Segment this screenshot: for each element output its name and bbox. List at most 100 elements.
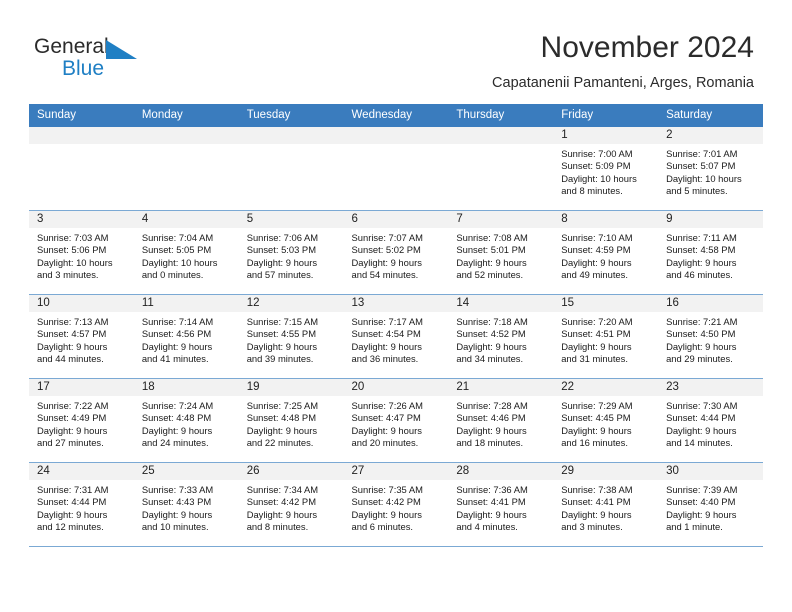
- calendar-cell-day[interactable]: 7 Sunrise: 7:08 AM Sunset: 5:01 PM Daylight…: [448, 210, 554, 295]
- page-title: November 2024: [540, 31, 754, 64]
- daylight-duration-line1: Daylight: 9 hours: [246, 340, 318, 352]
- calendar-cell-day[interactable]: 9 Sunrise: 7:11 AM Sunset: 4:58 PM Daylight…: [658, 210, 763, 295]
- daylight-duration-line1: Daylight: 9 hours: [456, 508, 527, 520]
- daylight-duration-line2: and 44 minutes.: [37, 353, 104, 365]
- calendar-cell-day[interactable]: 11 Sunrise: 7:14 AM Sunset: 4:56 PM Dayligh…: [133, 294, 239, 379]
- calendar-cell-day[interactable]: 1 Sunrise: 7:00 AM Sunset: 5:09 PM Daylight…: [553, 127, 659, 211]
- sun-info: Sunrise: 7:14 AM Sunset: 4:56 PM Daylight:…: [134, 312, 239, 366]
- sunset-time: Sunset: 4:40 PM: [666, 496, 736, 508]
- day-number: [238, 127, 344, 144]
- day-cell: 28 Sunrise: 7:36 AM Sunset: 4:41 PM Dayligh…: [448, 463, 554, 546]
- sun-info: Sunrise: 7:33 AM Sunset: 4:43 PM Daylight:…: [134, 480, 239, 534]
- sunset-time: Sunset: 5:07 PM: [666, 160, 736, 172]
- day-cell: [343, 127, 449, 210]
- daylight-duration-line2: and 8 minutes.: [246, 521, 309, 533]
- sunset-time: Sunset: 4:42 PM: [246, 496, 316, 508]
- daylight-duration-line2: and 54 minutes.: [351, 269, 419, 281]
- daylight-duration-line1: Daylight: 9 hours: [666, 256, 737, 268]
- daylight-duration-line2: and 31 minutes.: [561, 353, 628, 365]
- daylight-duration-line2: and 3 minutes.: [37, 269, 99, 281]
- sunrise-time: Sunrise: 7:08 AM: [456, 232, 528, 243]
- calendar-cell-day[interactable]: 13 Sunrise: 7:17 AM Sunset: 4:54 PM Dayligh…: [343, 294, 449, 379]
- calendar-cell-day[interactable]: 12 Sunrise: 7:15 AM Sunset: 4:55 PM Dayligh…: [238, 294, 344, 379]
- calendar-cell-day[interactable]: 18 Sunrise: 7:24 AM Sunset: 4:48 PM Dayligh…: [133, 378, 239, 463]
- calendar-cell-day[interactable]: 6 Sunrise: 7:07 AM Sunset: 5:02 PM Daylight…: [343, 210, 449, 295]
- daylight-duration-line2: and 39 minutes.: [246, 353, 314, 365]
- sunrise-time: Sunrise: 7:13 AM: [37, 316, 109, 327]
- daylight-duration-line1: Daylight: 9 hours: [666, 508, 737, 520]
- weekday-header-sunday: Sunday: [29, 104, 134, 127]
- day-number: 1: [553, 127, 659, 144]
- day-cell: 2 Sunrise: 7:01 AM Sunset: 5:07 PM Daylight…: [658, 127, 763, 210]
- sunrise-time: Sunrise: 7:18 AM: [456, 316, 528, 327]
- daylight-duration-line2: and 0 minutes.: [141, 269, 204, 281]
- sunset-time: Sunset: 5:09 PM: [561, 160, 631, 172]
- day-cell: 26 Sunrise: 7:34 AM Sunset: 4:42 PM Dayligh…: [238, 463, 344, 546]
- calendar-cell-day[interactable]: 4 Sunrise: 7:04 AM Sunset: 5:05 PM Daylight…: [133, 210, 239, 295]
- daylight-duration-line2: and 8 minutes.: [561, 185, 623, 197]
- day-number: 4: [133, 211, 239, 228]
- general-blue-logo[interactable]: General Blue: [34, 36, 254, 86]
- calendar-cell-day[interactable]: 8 Sunrise: 7:10 AM Sunset: 4:59 PM Daylight…: [553, 210, 659, 295]
- calendar-cell-day[interactable]: 21 Sunrise: 7:28 AM Sunset: 4:46 PM Dayligh…: [448, 378, 554, 463]
- day-cell: 5 Sunrise: 7:06 AM Sunset: 5:03 PM Daylight…: [238, 211, 344, 294]
- day-cell: 4 Sunrise: 7:04 AM Sunset: 5:05 PM Daylight…: [133, 211, 239, 294]
- calendar-cell-day[interactable]: 16 Sunrise: 7:21 AM Sunset: 4:50 PM Dayligh…: [658, 294, 763, 379]
- daylight-duration-line2: and 3 minutes.: [561, 521, 623, 533]
- calendar-cell-day[interactable]: 19 Sunrise: 7:25 AM Sunset: 4:48 PM Dayligh…: [238, 378, 344, 463]
- day-cell: 13 Sunrise: 7:17 AM Sunset: 4:54 PM Dayligh…: [343, 295, 449, 378]
- calendar-week-row: 24 Sunrise: 7:31 AM Sunset: 4:44 PM Dayligh…: [29, 462, 763, 547]
- sunrise-time: Sunrise: 7:36 AM: [456, 484, 528, 495]
- sunrise-time: Sunrise: 7:38 AM: [561, 484, 633, 495]
- calendar-cell-day[interactable]: 14 Sunrise: 7:18 AM Sunset: 4:52 PM Dayligh…: [448, 294, 554, 379]
- calendar-week-row: 10 Sunrise: 7:13 AM Sunset: 4:57 PM Dayligh…: [29, 294, 763, 379]
- calendar-cell-day[interactable]: 25 Sunrise: 7:33 AM Sunset: 4:43 PM Dayligh…: [133, 462, 239, 547]
- calendar-cell-day[interactable]: 29 Sunrise: 7:38 AM Sunset: 4:41 PM Dayligh…: [553, 462, 659, 547]
- sun-info: Sunrise: 7:06 AM Sunset: 5:03 PM Daylight:…: [239, 228, 344, 282]
- calendar-grid: Sunday Monday Tuesday Wednesday Thursday…: [29, 104, 763, 547]
- sunrise-time: Sunrise: 7:00 AM: [561, 148, 633, 159]
- daylight-duration-line1: Daylight: 9 hours: [561, 340, 632, 352]
- calendar-cell-day[interactable]: 3 Sunrise: 7:03 AM Sunset: 5:06 PM Daylight…: [29, 210, 134, 295]
- calendar-cell-day[interactable]: 28 Sunrise: 7:36 AM Sunset: 4:41 PM Dayligh…: [448, 462, 554, 547]
- day-number: 21: [448, 379, 554, 396]
- calendar-cell-day[interactable]: 26 Sunrise: 7:34 AM Sunset: 4:42 PM Dayligh…: [238, 462, 344, 547]
- calendar-cell-day[interactable]: 22 Sunrise: 7:29 AM Sunset: 4:45 PM Dayligh…: [553, 378, 659, 463]
- daylight-duration-line2: and 10 minutes.: [141, 521, 209, 533]
- calendar-cell-day[interactable]: 24 Sunrise: 7:31 AM Sunset: 4:44 PM Dayligh…: [29, 462, 134, 547]
- day-cell: 24 Sunrise: 7:31 AM Sunset: 4:44 PM Dayligh…: [29, 463, 134, 546]
- calendar-cell-day[interactable]: 5 Sunrise: 7:06 AM Sunset: 5:03 PM Daylight…: [238, 210, 344, 295]
- sunset-time: Sunset: 5:06 PM: [37, 244, 107, 256]
- calendar-cell-day[interactable]: 2 Sunrise: 7:01 AM Sunset: 5:07 PM Daylight…: [658, 127, 763, 211]
- sunset-time: Sunset: 4:58 PM: [666, 244, 736, 256]
- day-number: 20: [343, 379, 449, 396]
- calendar-cell-day[interactable]: 15 Sunrise: 7:20 AM Sunset: 4:51 PM Dayligh…: [553, 294, 659, 379]
- calendar-cell-day[interactable]: 23 Sunrise: 7:30 AM Sunset: 4:44 PM Dayligh…: [658, 378, 763, 463]
- sunrise-time: Sunrise: 7:07 AM: [351, 232, 423, 243]
- sunset-time: Sunset: 4:49 PM: [37, 412, 107, 424]
- sunrise-time: Sunrise: 7:10 AM: [561, 232, 633, 243]
- daylight-duration-line2: and 52 minutes.: [456, 269, 524, 281]
- calendar-cell-day[interactable]: 17 Sunrise: 7:22 AM Sunset: 4:49 PM Dayligh…: [29, 378, 134, 463]
- daylight-duration-line1: Daylight: 9 hours: [351, 256, 422, 268]
- calendar-cell-day[interactable]: 10 Sunrise: 7:13 AM Sunset: 4:57 PM Dayligh…: [29, 294, 134, 379]
- sun-info: Sunrise: 7:01 AM Sunset: 5:07 PM Daylight:…: [658, 144, 763, 198]
- sunrise-time: Sunrise: 7:26 AM: [351, 400, 423, 411]
- day-cell: 14 Sunrise: 7:18 AM Sunset: 4:52 PM Dayligh…: [448, 295, 554, 378]
- day-number: [133, 127, 239, 144]
- sunrise-time: Sunrise: 7:33 AM: [141, 484, 214, 495]
- day-number: 14: [448, 295, 554, 312]
- daylight-duration-line2: and 27 minutes.: [37, 437, 104, 449]
- calendar-cell-day[interactable]: 20 Sunrise: 7:26 AM Sunset: 4:47 PM Dayligh…: [343, 378, 449, 463]
- day-number: 17: [29, 379, 134, 396]
- day-number: 11: [133, 295, 239, 312]
- calendar-cell-day[interactable]: 30 Sunrise: 7:39 AM Sunset: 4:40 PM Dayligh…: [658, 462, 763, 547]
- sun-info: Sunrise: 7:03 AM Sunset: 5:06 PM Daylight:…: [29, 228, 134, 282]
- sun-info: Sunrise: 7:22 AM Sunset: 4:49 PM Daylight:…: [29, 396, 134, 450]
- calendar-cell-day[interactable]: 27 Sunrise: 7:35 AM Sunset: 4:42 PM Dayligh…: [343, 462, 449, 547]
- sun-info: Sunrise: 7:17 AM Sunset: 4:54 PM Daylight:…: [344, 312, 449, 366]
- day-cell: 25 Sunrise: 7:33 AM Sunset: 4:43 PM Dayligh…: [133, 463, 239, 546]
- sunset-time: Sunset: 4:48 PM: [246, 412, 316, 424]
- daylight-duration-line2: and 29 minutes.: [666, 353, 733, 365]
- daylight-duration-line1: Daylight: 9 hours: [561, 256, 632, 268]
